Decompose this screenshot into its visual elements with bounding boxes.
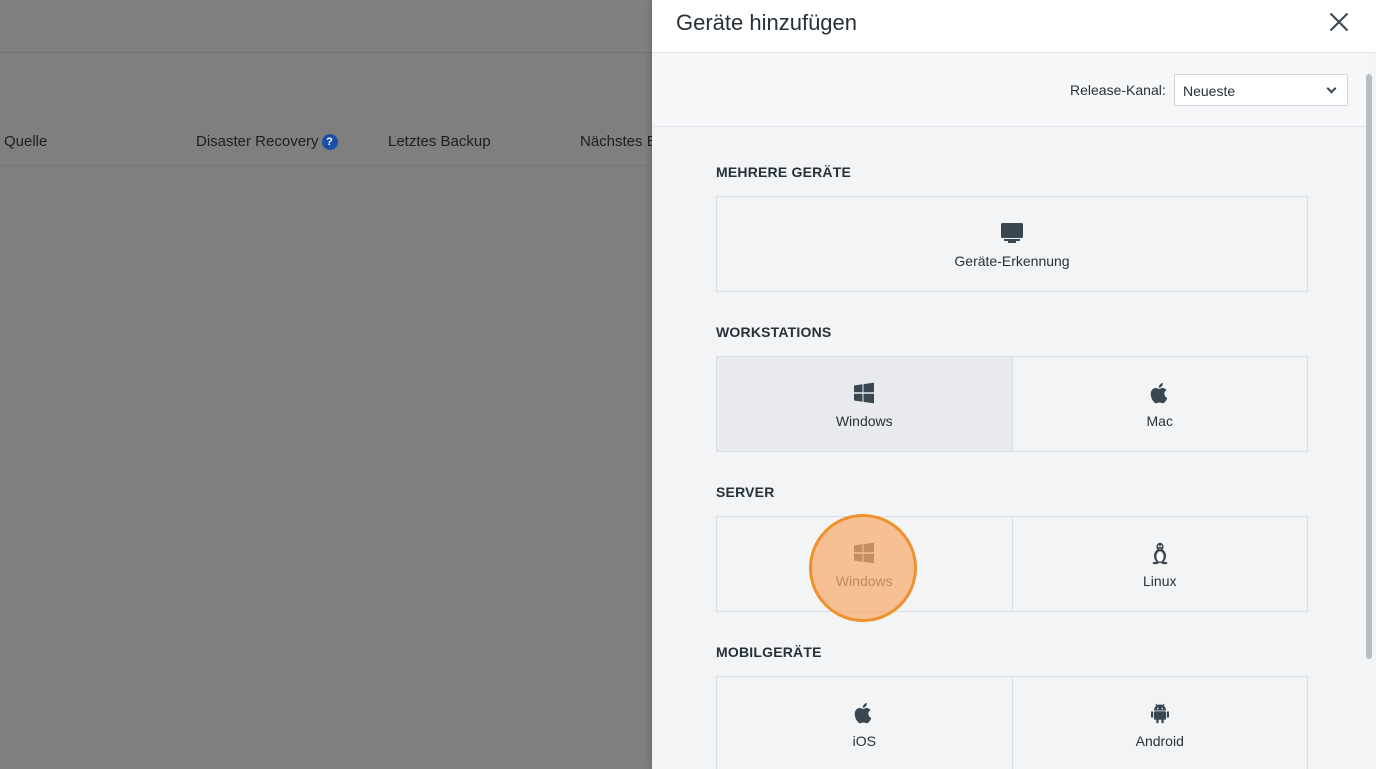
- windows-icon: [854, 382, 875, 404]
- release-channel-label: Release-Kanal:: [1070, 82, 1166, 98]
- tile-label-workstation-windows: Windows: [835, 413, 893, 429]
- column-header-disaster-recovery-label: Disaster Recovery: [196, 133, 319, 150]
- tile-server-windows[interactable]: Windows: [717, 517, 1012, 611]
- monitor-icon: [1001, 223, 1023, 243]
- section-title-mobile-devices: MOBILGERÄTE: [716, 644, 822, 660]
- column-header-next-backup: Nächstes B: [580, 133, 657, 150]
- release-channel-row: Release-Kanal: Neueste: [652, 54, 1368, 127]
- tile-group-multiple-devices: Geräte-Erkennung: [716, 196, 1308, 292]
- drawer-title: Geräte hinzufügen: [676, 10, 858, 35]
- add-devices-drawer: Geräte hinzufügen Release-Kanal: Neueste…: [652, 0, 1376, 769]
- column-header-disaster-recovery: Disaster Recovery?: [196, 133, 338, 150]
- tile-group-workstations: Windows Mac: [716, 356, 1308, 452]
- release-channel-select[interactable]: Neueste: [1174, 74, 1348, 106]
- scrollbar[interactable]: [1366, 74, 1372, 659]
- apple-icon: [1150, 383, 1168, 404]
- tile-mobile-ios[interactable]: iOS: [717, 677, 1012, 769]
- close-icon[interactable]: [1328, 11, 1350, 33]
- tile-device-discovery[interactable]: Geräte-Erkennung: [717, 197, 1307, 291]
- tile-label-mobile-ios: iOS: [852, 733, 876, 749]
- tile-label-device-discovery: Geräte-Erkennung: [954, 253, 1070, 269]
- background-top-bar: [0, 0, 652, 53]
- tile-workstation-mac[interactable]: Mac: [1011, 357, 1308, 451]
- question-icon: ?: [321, 134, 338, 150]
- apple-icon: [854, 703, 872, 724]
- tile-workstation-windows[interactable]: Windows: [717, 357, 1012, 451]
- chevron-down-icon: [1326, 83, 1337, 94]
- tile-label-workstation-mac: Mac: [1146, 413, 1173, 429]
- drawer-header: Geräte hinzufügen: [652, 0, 1376, 53]
- tile-mobile-android[interactable]: Android: [1011, 677, 1308, 769]
- tile-server-linux[interactable]: Linux: [1011, 517, 1308, 611]
- tile-group-server: Windows Linux: [716, 516, 1308, 612]
- windows-icon: [854, 542, 875, 564]
- android-icon: [1150, 703, 1169, 724]
- release-channel-value: Neueste: [1183, 83, 1236, 99]
- tile-label-server-linux: Linux: [1143, 573, 1177, 589]
- linux-icon: [1152, 542, 1168, 565]
- section-title-multiple-devices: MEHRERE GERÄTE: [716, 164, 852, 180]
- tile-label-server-windows: Windows: [835, 573, 893, 589]
- column-header-last-backup: Letztes Backup: [388, 133, 491, 150]
- tile-group-mobile-devices: iOS Android: [716, 676, 1308, 769]
- section-title-server: SERVER: [716, 484, 775, 500]
- tile-label-mobile-android: Android: [1135, 733, 1184, 749]
- section-title-workstations: WORKSTATIONS: [716, 324, 832, 340]
- column-header-source: Quelle: [4, 133, 48, 150]
